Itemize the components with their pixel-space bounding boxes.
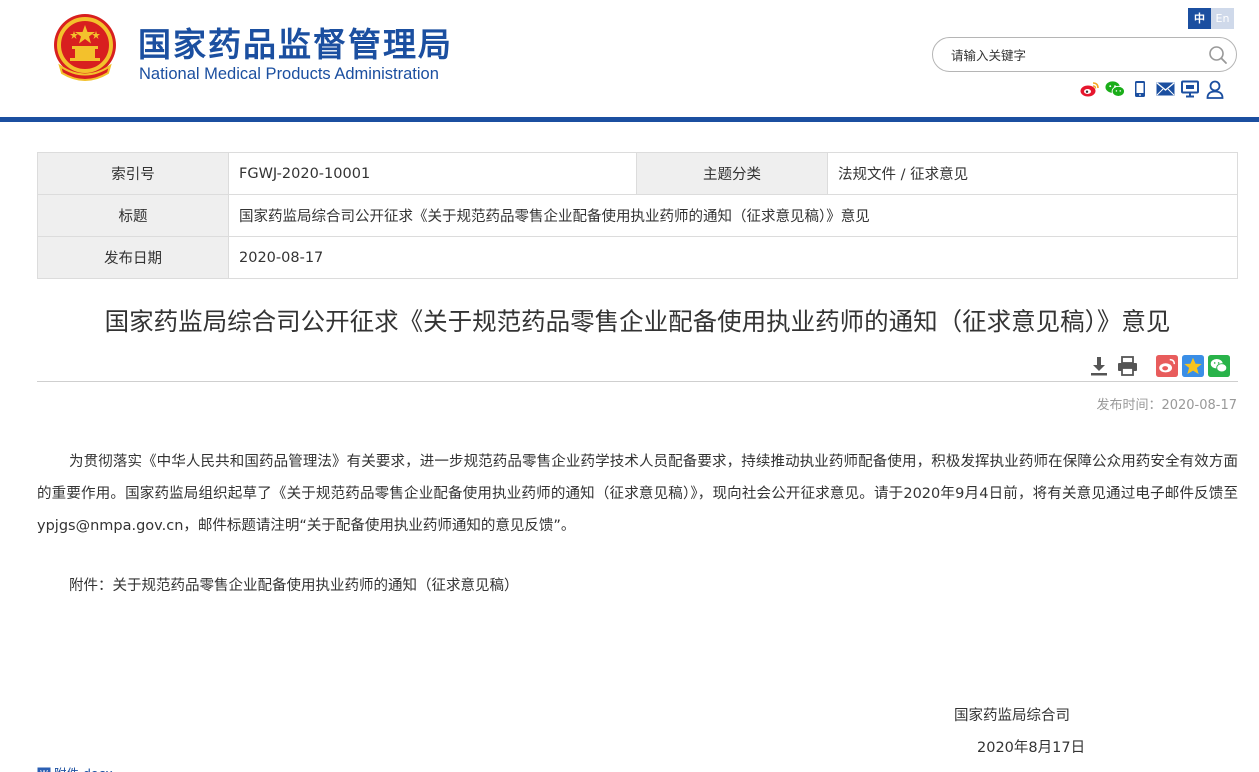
search-box: [932, 37, 1237, 72]
publish-time: 发布时间：2020-08-17: [1096, 398, 1237, 413]
share-wechat-icon[interactable]: [1208, 354, 1230, 378]
signature-org: 国家药监局综合司: [954, 708, 1070, 724]
signature-date: 2020年8月17日: [977, 740, 1086, 756]
attachment-note: 附件：关于规范药品零售企业配备使用执业药师的通知（征求意见稿）: [69, 578, 519, 594]
table-row: 标题 国家药监局综合司公开征求《关于规范药品零售企业配备使用执业药师的通知（征求…: [37, 194, 1238, 237]
site-header: 国家药品监督管理局 National Medical Products Admi…: [0, 0, 1259, 117]
mobile-icon[interactable]: [1130, 79, 1150, 99]
share-tools: [1156, 354, 1230, 378]
attachment-file-link[interactable]: W 附件.docx: [37, 763, 113, 772]
mail-icon[interactable]: [1155, 79, 1175, 99]
download-icon[interactable]: [1088, 354, 1110, 378]
weibo-icon[interactable]: [1080, 79, 1100, 99]
social-links: [1080, 79, 1225, 99]
article-tools: [1088, 354, 1138, 378]
search-input[interactable]: [951, 45, 1201, 65]
monitor-icon[interactable]: [1180, 79, 1200, 99]
topic-label: 主题分类: [636, 152, 828, 195]
search-icon[interactable]: [1208, 45, 1228, 65]
site-title-en[interactable]: National Medical Products Administration: [139, 65, 439, 84]
table-row: 索引号 FGWJ-2020-10001 主题分类 法规文件 / 征求意见: [37, 152, 1238, 195]
user-icon[interactable]: [1205, 79, 1225, 99]
article-body: 为贯彻落实《中华人民共和国药品管理法》有关要求，进一步规范药品零售企业药学技术人…: [37, 454, 1238, 534]
lang-zh-button[interactable]: 中: [1188, 8, 1211, 29]
title-value: 国家药监局综合司公开征求《关于规范药品零售企业配备使用执业药师的通知（征求意见稿…: [228, 194, 1238, 237]
index-value: FGWJ-2020-10001: [228, 152, 637, 195]
index-label: 索引号: [37, 152, 229, 195]
title-divider: [37, 381, 1238, 382]
date-label: 发布日期: [37, 236, 229, 279]
lang-en-button[interactable]: En: [1211, 8, 1234, 29]
share-qzone-icon[interactable]: [1182, 354, 1204, 378]
doc-file-icon: W: [37, 767, 51, 772]
print-icon[interactable]: [1116, 354, 1138, 378]
title-label: 标题: [37, 194, 229, 237]
topic-value: 法规文件 / 征求意见: [827, 152, 1238, 195]
article-title: 国家药监局综合司公开征求《关于规范药品零售企业配备使用执业药师的通知（征求意见稿…: [104, 307, 1171, 336]
attachment-file-name[interactable]: 附件.docx: [54, 763, 113, 772]
wechat-icon[interactable]: [1105, 79, 1125, 99]
language-switch: 中 En: [1188, 8, 1234, 29]
national-emblem-icon[interactable]: [50, 11, 120, 85]
share-weibo-icon[interactable]: [1156, 354, 1178, 378]
table-row: 发布日期 2020-08-17: [37, 236, 1238, 279]
document-info-table: 索引号 FGWJ-2020-10001 主题分类 法规文件 / 征求意见 标题 …: [37, 152, 1238, 279]
site-title-cn[interactable]: 国家药品监督管理局: [138, 18, 453, 66]
svg-text:W: W: [40, 769, 48, 772]
date-value: 2020-08-17: [228, 236, 1238, 279]
header-divider: [0, 117, 1259, 122]
